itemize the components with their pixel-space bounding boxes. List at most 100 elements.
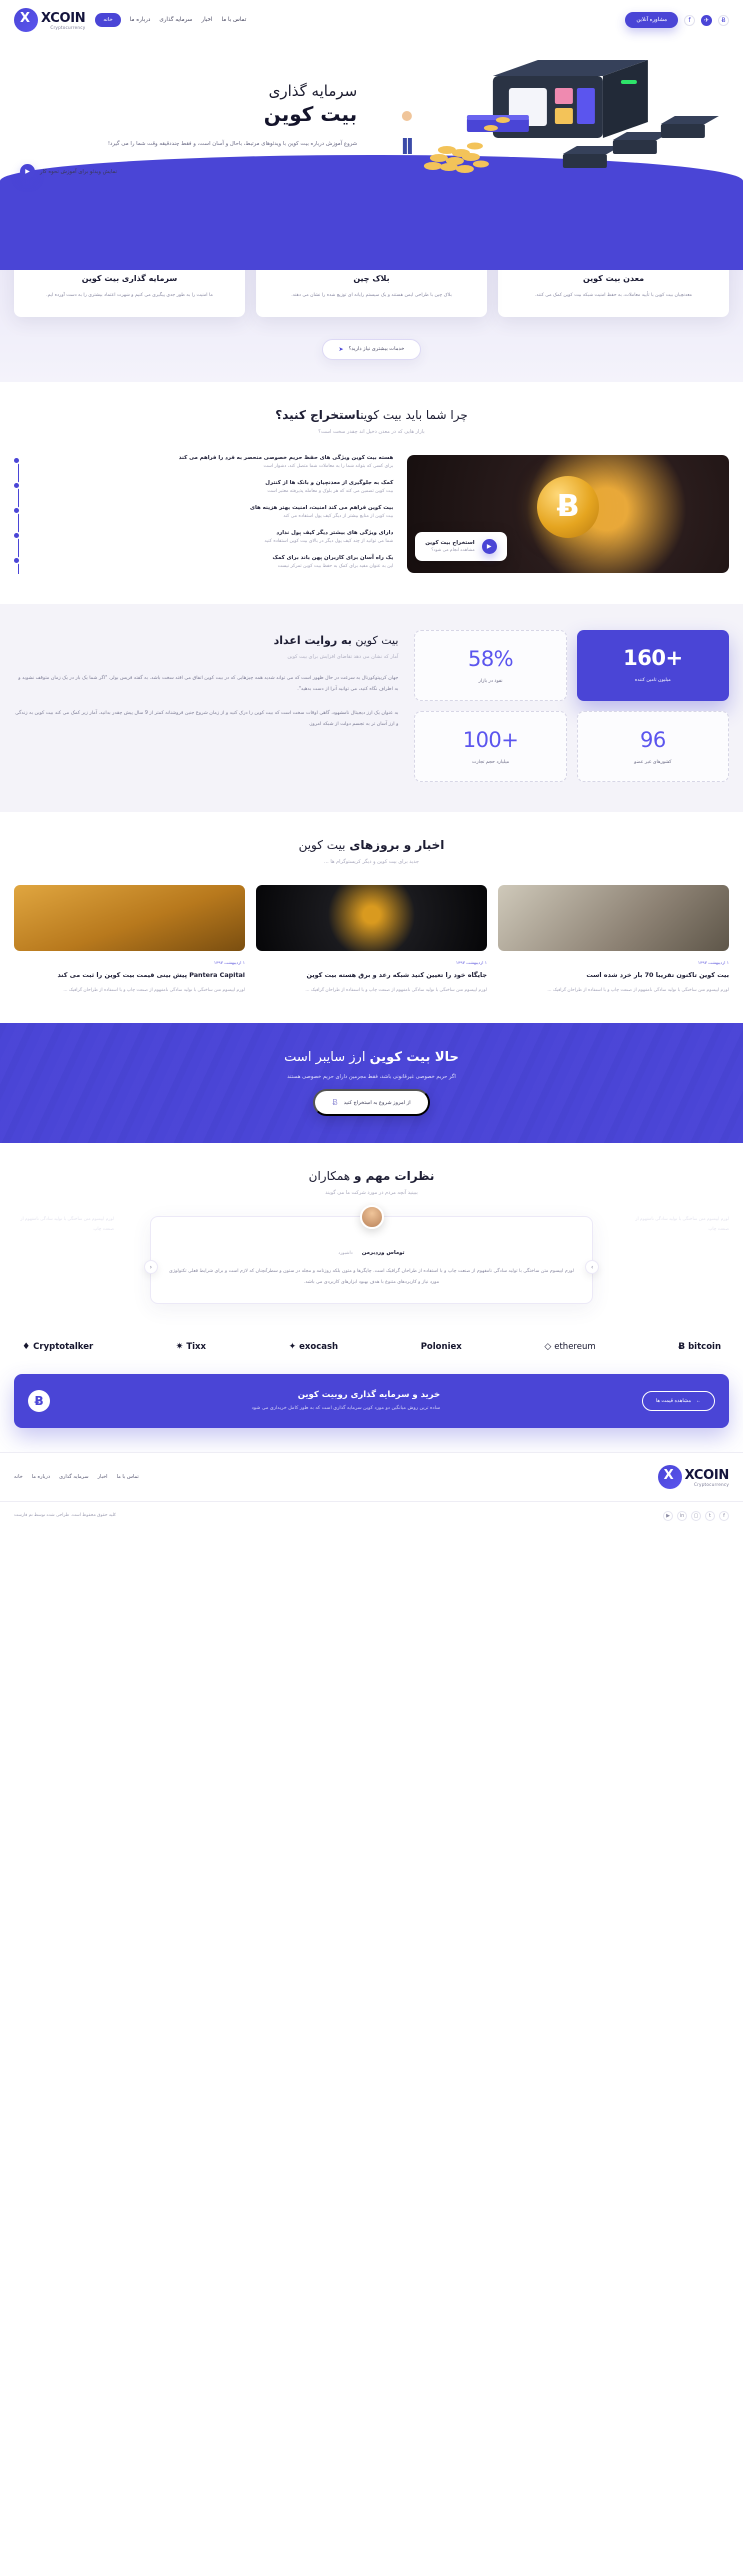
reason-title: دارای ویژگی های بیشتر دیگر کیف پول ندارد — [276, 529, 394, 536]
footer-logo[interactable]: XCOIN Cryptocurrency — [657, 1464, 730, 1489]
partner-logo-poloniex[interactable]: Poloniex — [421, 1342, 462, 1352]
video-play-card[interactable]: ▶ استخراج بیت کوین مشاهده انجام می شود؟ — [415, 531, 507, 561]
testi-subtitle: ببینید آنچه مردم در مورد شرکت ما می گوین… — [325, 1190, 418, 1197]
news-section: اخبار و بروزهای بیت کوین جدید برای بیت ک… — [0, 811, 743, 1024]
nav-item-home[interactable]: خانه — [95, 13, 121, 27]
more-services-label: خدمات بیشتری نیاز دارید؟ — [348, 346, 405, 353]
why-mine-section: چرا شما باید بیت کویناستخراج کنید؟ بازار… — [0, 381, 743, 604]
partner-logo-bitcoin[interactable]: Ƀ bitcoin — [678, 1342, 721, 1352]
partner-logo-ethereum[interactable]: ◇ ethereum — [544, 1342, 595, 1352]
list-item: دارای ویژگی های بیشتر دیگر کیف پول ندارد… — [13, 529, 394, 544]
stat-label: نفوذ در بازار — [478, 678, 503, 684]
stats-paragraph-2: به عنوان یک ارز دیجیتال نامشهود، گاهی او… — [15, 710, 399, 727]
partner-logo-strip: Ƀ bitcoin ◇ ethereum Poloniex ✦ exocash … — [0, 1323, 743, 1374]
stat-card: +100 میلیارد حجم تجارت — [414, 710, 567, 782]
news-card[interactable]: ۱ اردیبهشت ۱۳۹۷ Pantera Capital پیش بینی… — [14, 884, 245, 996]
facebook-icon[interactable]: f — [684, 14, 695, 26]
logo-mark-icon — [14, 8, 38, 32]
nav-item-about[interactable]: درباره ما — [130, 17, 151, 23]
why-reason-list: هسته بیت کوین ویژگی های حفظ حریم خصوصی م… — [13, 455, 394, 580]
online-consult-button[interactable]: مشاوره آنلاین — [625, 12, 678, 28]
linkedin-icon[interactable]: in — [677, 1510, 687, 1521]
start-mining-button[interactable]: از امروز شروع به استخراج کنید Ƀ — [313, 1089, 430, 1117]
copyright-text: کلیه حقوق محفوظ است. طراحی شده توسط تم ف… — [14, 1513, 116, 1519]
footer-nav-about[interactable]: درباره ما — [32, 1474, 50, 1480]
play-icon[interactable]: ▶ — [20, 164, 36, 180]
stat-card: +160 میلیون تامین کننده — [576, 629, 729, 701]
hero-title: بیت کوین — [263, 102, 358, 126]
news-card[interactable]: ۱ اردیبهشت ۱۳۹۷ بیت کوین تاکنون تقریبا 7… — [498, 884, 729, 996]
testimonial-quote: لورم ایپسوم متن ساختگی با تولید سادگی نا… — [169, 1269, 574, 1286]
nav-item-invest[interactable]: سرمایه گذاری — [159, 17, 192, 23]
timeline-line — [18, 460, 20, 574]
hero-video-cta[interactable]: نمایش ویدئو برای آموزش نحوه کار ▶ — [20, 164, 357, 180]
why-title-bold: استخراج کنید؟ — [275, 407, 361, 422]
leaf-icon: ♦ — [22, 1341, 31, 1352]
video-card-title: استخراج بیت کوین — [425, 539, 475, 546]
news-heading: اخبار و بروزهای بیت کوین جدید برای بیت ک… — [14, 838, 729, 865]
reason-text: برای کسی که بتواند شما را به معاملات شما… — [263, 463, 394, 469]
news-excerpt: لورم ایپسوم متن ساختگی با تولید سادگی نا… — [547, 987, 729, 993]
testimonial-role: داشبورد — [338, 1251, 353, 1257]
news-title[interactable]: جایگاه خود را تعیین کنید شبکه رعد و برق … — [256, 970, 487, 981]
stat-label: کشورهای غیر عضو — [634, 759, 672, 765]
news-title[interactable]: بیت کوین تاکنون تقریبا 70 بار خرد شده اس… — [498, 970, 729, 981]
header-right-group: تماس با ما اخبار سرمایه گذاری درباره ما … — [14, 8, 246, 32]
chevron-left-icon[interactable]: ‹ — [143, 1260, 158, 1275]
list-item: یک راه آسان برای کاربران پهن باند برای ک… — [13, 555, 393, 569]
play-icon[interactable]: ▶ — [481, 538, 497, 554]
list-item: بیت کوین فراهم می کند امنیت، امنیت بهتر … — [13, 504, 394, 519]
youtube-icon[interactable]: ▶ — [663, 1510, 673, 1521]
footer-logo-text: XCOIN Cryptocurrency — [685, 1466, 730, 1487]
video-card-subtitle: مشاهده انجام می شود؟ — [431, 547, 475, 553]
news-date: ۱ اردیبهشت ۱۳۹۷ — [697, 959, 729, 965]
news-excerpt: لورم ایپسوم متن ساختگی با تولید سادگی نا… — [63, 987, 245, 993]
news-excerpt: لورم ایپسوم متن ساختگی با تولید سادگی نا… — [305, 987, 487, 993]
banner-subtitle: اگر حریم خصوصی غیرقانونی باشد، فقط مجرمی… — [287, 1074, 456, 1081]
footer-nav-home[interactable]: خانه — [14, 1474, 23, 1480]
footer-nav: تماس با ما اخبار سرمایه گذاری درباره ما … — [14, 1474, 139, 1480]
more-services-button[interactable]: خدمات بیشتری نیاز دارید؟ ➤ — [321, 338, 422, 360]
stats-title-bold: به روایت اعداد — [273, 633, 352, 647]
bitcoin-icon[interactable]: Ƀ — [718, 14, 729, 26]
diamond-icon: ✦ — [288, 1341, 297, 1352]
news-thumbnail[interactable] — [14, 884, 245, 951]
partner-logo-cryptotalker[interactable]: ♦ Cryptotalker — [22, 1342, 93, 1352]
nav-item-news[interactable]: اخبار — [201, 17, 212, 23]
twitter-icon[interactable]: ✈ — [701, 14, 712, 26]
feature-card-title: بلاک چین — [353, 274, 390, 283]
footer-nav-news[interactable]: اخبار — [98, 1474, 108, 1480]
instagram-icon[interactable]: ▢ — [691, 1510, 701, 1521]
timeline-dot-icon — [13, 457, 19, 463]
footer-nav-invest[interactable]: سرمایه گذاری — [59, 1474, 89, 1480]
bitcoin-coin-photo: Ƀ — [537, 475, 600, 538]
start-mining-label: از امروز شروع به استخراج کنید — [343, 1099, 411, 1106]
news-card[interactable]: ۱ اردیبهشت ۱۳۹۷ جایگاه خود را تعیین کنید… — [256, 884, 487, 996]
view-prices-button[interactable]: ← مشاهده قیمت ها — [641, 1390, 715, 1411]
why-video-thumbnail[interactable]: Ƀ ▶ استخراج بیت کوین مشاهده انجام می شود… — [407, 454, 729, 573]
reason-title: بیت کوین فراهم می کند امنیت، امنیت بهتر … — [250, 504, 394, 511]
testimonial-ghost-left: لورم ایپسوم متن ساختگی با تولید سادگی نا… — [20, 1217, 114, 1232]
twitter-icon[interactable]: t — [705, 1510, 715, 1521]
partner-logo-exocash[interactable]: ✦ exocash — [289, 1342, 339, 1352]
stat-label: میلیارد حجم تجارت — [471, 759, 510, 765]
nav-item-contact[interactable]: تماس با ما — [221, 17, 246, 23]
footer-bottom-bar: f t ▢ in ▶ کلیه حقوق محفوظ است. طراحی شد… — [0, 1500, 743, 1530]
stats-paragraph-1: جهان کریپتوکورنال به سرعت در حال ظهور اس… — [18, 675, 399, 692]
news-thumbnail[interactable] — [256, 884, 487, 951]
feature-card-text: ما امنیت را به طور جدی پیگیری می کنیم و … — [46, 293, 213, 298]
person-figure — [402, 111, 413, 154]
news-subtitle: جدید برای بیت کوین و دیگر کریستوگرام ها … — [323, 858, 420, 865]
partner-logo-tixx[interactable]: ✷ Tixx — [176, 1342, 206, 1352]
stat-value: 58% — [467, 646, 514, 671]
chevron-right-icon[interactable]: › — [585, 1260, 600, 1275]
news-thumbnail[interactable] — [498, 884, 729, 951]
news-title[interactable]: Pantera Capital پیش بینی قیمت بیت کوین ر… — [14, 970, 245, 981]
stats-section: +160 میلیون تامین کننده 58% نفوذ در بازا… — [0, 603, 743, 812]
partner-name: Tixx — [186, 1341, 207, 1352]
site-logo[interactable]: XCOIN Cryptocurrency — [14, 8, 86, 32]
hero-copy: سرمایه گذاری بیت کوین شروع آموزش درباره … — [14, 58, 357, 208]
testimonial-ghost-right: لورم ایپسوم متن ساختگی با تولید سادگی نا… — [635, 1217, 729, 1232]
facebook-icon[interactable]: f — [719, 1510, 729, 1521]
footer-nav-contact[interactable]: تماس با ما — [117, 1474, 139, 1480]
